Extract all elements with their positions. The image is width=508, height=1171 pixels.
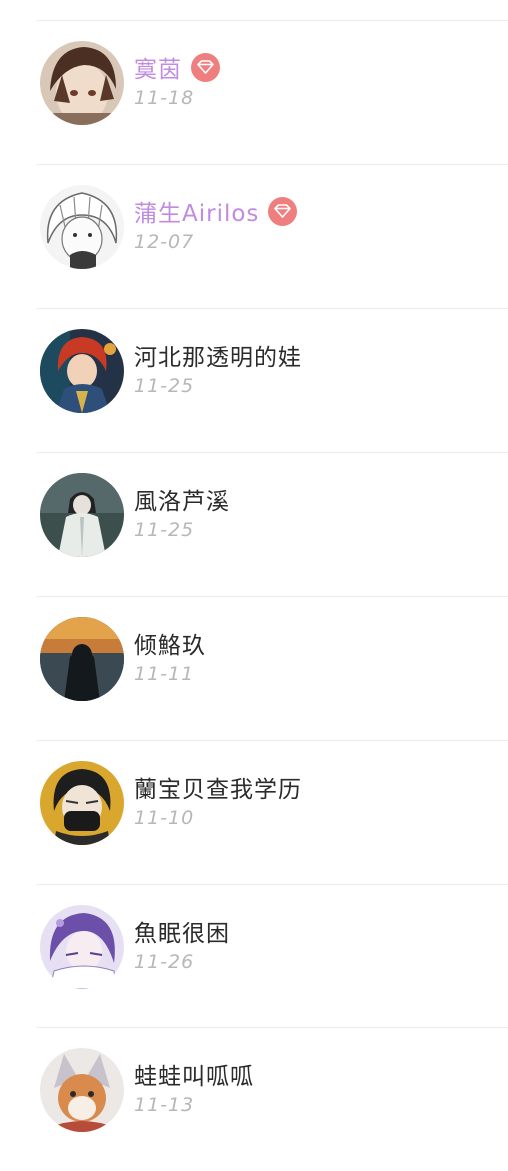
follow-date: 12-07 <box>134 231 195 253</box>
list-item[interactable]: 蒲生Airilos 12-07 <box>0 165 508 308</box>
list-item[interactable]: 魚眠很困 11-26 <box>0 885 508 1028</box>
follow-date: 11-11 <box>134 663 195 685</box>
username[interactable]: 河北那透明的娃 <box>134 338 302 372</box>
sunset-silhouette-avatar-icon <box>40 617 124 701</box>
username[interactable]: 蒲生Airilos <box>134 194 259 228</box>
white-robed-figure-avatar-icon <box>40 473 124 557</box>
red-hair-anime-avatar-icon <box>40 329 124 413</box>
follow-date: 11-25 <box>134 519 195 541</box>
list-item[interactable]: 風洛芦溪 11-25 <box>0 453 508 596</box>
list-item[interactable]: 蛙蛙叫呱呱 11-13 <box>0 1028 508 1171</box>
brown-hair-anime-avatar-icon <box>40 41 124 125</box>
avatar[interactable] <box>40 41 124 125</box>
username[interactable]: 風洛芦溪 <box>134 482 230 516</box>
username[interactable]: 寞茵 <box>134 50 182 84</box>
vip-diamond-badge-icon <box>268 196 298 226</box>
username[interactable]: 倾鮥玖 <box>134 626 206 660</box>
white-hair-sketch-avatar-icon <box>40 185 124 269</box>
list-item[interactable]: 倾鮥玖 11-11 <box>0 597 508 740</box>
list-item[interactable]: 蘭宝贝查我学历 11-10 <box>0 741 508 884</box>
avatar[interactable] <box>40 329 124 413</box>
username[interactable]: 蘭宝贝查我学历 <box>134 770 302 804</box>
purple-hair-anime-avatar-icon <box>40 905 124 989</box>
follow-date: 11-25 <box>134 375 195 397</box>
fox-character-avatar-icon <box>40 1048 124 1132</box>
vip-diamond-badge-icon <box>191 52 220 82</box>
username[interactable]: 魚眠很困 <box>134 914 230 948</box>
avatar[interactable] <box>40 185 124 269</box>
follow-date: 11-10 <box>134 807 195 829</box>
follower-list: 寞茵 11-18 蒲生Airilos 12-07 河北那透明的娃 11-25 風… <box>0 0 508 1143</box>
follow-date: 11-26 <box>134 951 195 973</box>
follow-date: 11-18 <box>134 87 195 109</box>
avatar[interactable] <box>40 761 124 845</box>
avatar[interactable] <box>40 617 124 701</box>
list-item[interactable]: 河北那透明的娃 11-25 <box>0 309 508 452</box>
avatar[interactable] <box>40 1048 124 1132</box>
follow-date: 11-13 <box>134 1094 195 1116</box>
avatar[interactable] <box>40 905 124 989</box>
avatar[interactable] <box>40 473 124 557</box>
list-item[interactable]: 寞茵 11-18 <box>0 21 508 164</box>
masked-figure-avatar-icon <box>40 761 124 845</box>
username[interactable]: 蛙蛙叫呱呱 <box>134 1057 254 1091</box>
